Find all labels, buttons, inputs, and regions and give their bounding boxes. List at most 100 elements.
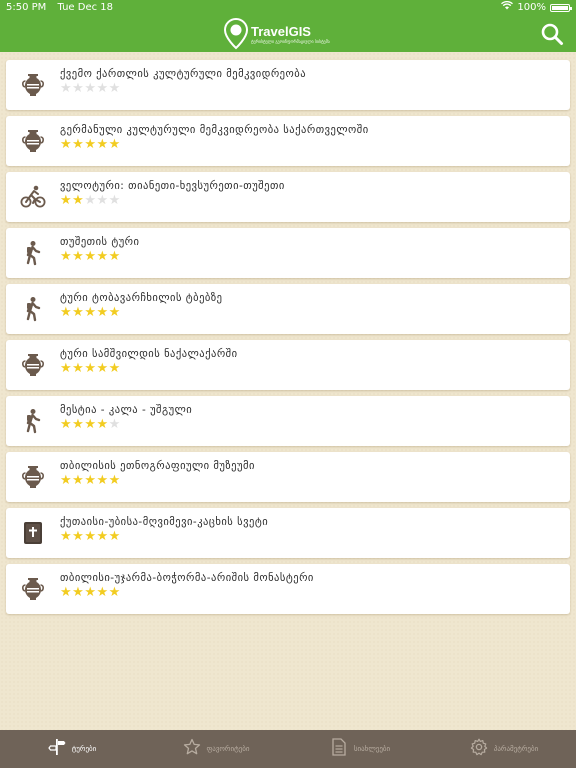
tour-title: თუშეთის ტური [60, 236, 140, 248]
tour-list-item[interactable]: ქუთაისი-უბისა-მღვიმევი-კაცხის სვეტი ★ ★ ★ ★ ★ [6, 508, 570, 558]
app-logo: TravelGIS ტურისტული გეოინფორმაციული სისტ… [223, 18, 330, 50]
tour-title: გერმანული კულტურული მემკვიდრეობა საქართვ… [60, 124, 369, 136]
tour-list: ქვემო ქართლის კულტურული მემკვიდრეობა ★ ★ ★ ★… [6, 60, 570, 620]
tour-rating: ★ ★ ★ ★ ★ [60, 138, 121, 152]
star-filled-icon: ★ [96, 417, 109, 432]
bible-icon [20, 520, 46, 546]
star-empty-icon: ★ [108, 193, 121, 208]
star-filled-icon: ★ [72, 361, 84, 376]
app-tagline: ტურისტული გეოინფორმაციული სისტემა [251, 38, 330, 44]
star-filled-icon: ★ [72, 473, 84, 488]
signpost-icon [47, 738, 66, 760]
tour-rating: ★ ★ ★ ★ ★ [60, 586, 121, 600]
battery-percent: 100% [517, 2, 546, 13]
status-bar: 5:50 PM Tue Dec 18 100% [0, 0, 576, 16]
star-filled-icon: ★ [72, 585, 84, 600]
status-date: Tue Dec 18 [57, 2, 113, 13]
navigation-bar: TravelGIS ტურისტული გეოინფორმაციული სისტ… [0, 16, 576, 52]
star-empty-icon: ★ [72, 81, 84, 96]
app-name: TravelGIS [251, 23, 311, 39]
tour-list-item[interactable]: ტური ტობავარჩხილის ტბებზე ★ ★ ★ ★ ★ [6, 284, 570, 334]
star-filled-icon: ★ [84, 249, 96, 264]
tour-rating: ★ ★ ★ ★ ★ [60, 530, 121, 544]
tour-rating: ★ ★ ★ ★ ★ [60, 362, 121, 376]
star-filled-icon: ★ [72, 529, 84, 544]
tour-list-item[interactable]: თბილისის ეთნოგრაფიული მუზეუმი ★ ★ ★ ★ ★ [6, 452, 570, 502]
tour-rating: ★ ★ ★ ★ ★ [60, 250, 121, 264]
star-filled-icon: ★ [60, 473, 72, 488]
star-filled-icon: ★ [96, 249, 109, 264]
tour-list-item[interactable]: თუშეთის ტური ★ ★ ★ ★ ★ [6, 228, 570, 278]
tour-list-item[interactable]: ველოტური: თიანეთი-ხევსურეთი-თუშეთი ★ ★ ★ ★ ★ [6, 172, 570, 222]
star-filled-icon: ★ [108, 305, 121, 320]
amphora-icon [20, 72, 46, 98]
tour-rating: ★ ★ ★ ★ ★ [60, 82, 121, 96]
tour-list-item[interactable]: ქვემო ქართლის კულტურული მემკვიდრეობა ★ ★ ★ ★… [6, 60, 570, 110]
star-filled-icon: ★ [72, 305, 84, 320]
star-filled-icon: ★ [60, 417, 72, 432]
star-filled-icon: ★ [96, 305, 109, 320]
star-filled-icon: ★ [96, 585, 109, 600]
star-filled-icon: ★ [108, 137, 121, 152]
tab-label: სიახლეები [353, 745, 391, 753]
star-filled-icon: ★ [84, 137, 96, 152]
star-filled-icon: ★ [84, 585, 96, 600]
battery-icon [550, 4, 572, 12]
star-icon [183, 738, 201, 760]
tour-rating: ★ ★ ★ ★ ★ [60, 306, 121, 320]
tour-title: ველოტური: თიანეთი-ხევსურეთი-თუშეთი [60, 180, 285, 192]
amphora-icon [20, 464, 46, 490]
star-empty-icon: ★ [84, 193, 96, 208]
tour-rating: ★ ★ ★ ★ ★ [60, 194, 121, 208]
amphora-icon [20, 576, 46, 602]
star-filled-icon: ★ [108, 585, 121, 600]
tour-title: ქუთაისი-უბისა-მღვიმევი-კაცხის სვეტი [60, 516, 269, 528]
star-empty-icon: ★ [108, 417, 121, 432]
hiker-icon [20, 408, 46, 434]
star-empty-icon: ★ [108, 81, 121, 96]
status-time: 5:50 PM [6, 2, 47, 13]
star-filled-icon: ★ [84, 473, 96, 488]
tour-title: ტური სამშვილდის ნაქალაქარში [60, 348, 238, 360]
star-filled-icon: ★ [60, 249, 72, 264]
tour-list-item[interactable]: გერმანული კულტურული მემკვიდრეობა საქართვ… [6, 116, 570, 166]
tour-list-item[interactable]: თბილისი-უჯარმა-ბოჭორმა-არიშის მონასტერი ★… [6, 564, 570, 614]
search-icon[interactable] [540, 22, 564, 46]
amphora-icon [20, 352, 46, 378]
tour-list-item[interactable]: მესტია - კალა - უშგული ★ ★ ★ ★ ★ [6, 396, 570, 446]
tour-rating: ★ ★ ★ ★ ★ [60, 474, 121, 488]
star-filled-icon: ★ [96, 137, 109, 152]
tour-rating: ★ ★ ★ ★ ★ [60, 418, 121, 432]
tab-star[interactable]: ფავორიტები [144, 730, 288, 768]
star-filled-icon: ★ [60, 361, 72, 376]
tour-title: თბილისის ეთნოგრაფიული მუზეუმი [60, 460, 255, 472]
star-empty-icon: ★ [60, 81, 72, 96]
tab-label: პარამეტრები [493, 745, 539, 753]
star-empty-icon: ★ [96, 193, 109, 208]
tour-list-item[interactable]: ტური სამშვილდის ნაქალაქარში ★ ★ ★ ★ ★ [6, 340, 570, 390]
star-empty-icon: ★ [84, 81, 96, 96]
amphora-icon [20, 128, 46, 154]
tour-title: მესტია - კალა - უშგული [60, 404, 193, 416]
tab-document[interactable]: სიახლეები [288, 730, 432, 768]
star-filled-icon: ★ [96, 473, 109, 488]
star-filled-icon: ★ [72, 417, 84, 432]
hiker-icon [20, 240, 46, 266]
star-filled-icon: ★ [60, 193, 72, 208]
star-filled-icon: ★ [60, 529, 72, 544]
star-filled-icon: ★ [96, 361, 109, 376]
tab-signpost[interactable]: ტურები [0, 730, 144, 768]
star-filled-icon: ★ [108, 529, 121, 544]
wifi-icon [501, 0, 514, 16]
star-filled-icon: ★ [108, 361, 121, 376]
star-filled-icon: ★ [84, 417, 96, 432]
gear-icon [470, 738, 488, 760]
star-filled-icon: ★ [60, 585, 72, 600]
star-filled-icon: ★ [72, 193, 84, 208]
star-filled-icon: ★ [72, 249, 84, 264]
star-empty-icon: ★ [96, 81, 109, 96]
star-filled-icon: ★ [60, 305, 72, 320]
tab-gear[interactable]: პარამეტრები [432, 730, 576, 768]
star-filled-icon: ★ [96, 529, 109, 544]
star-filled-icon: ★ [84, 529, 96, 544]
